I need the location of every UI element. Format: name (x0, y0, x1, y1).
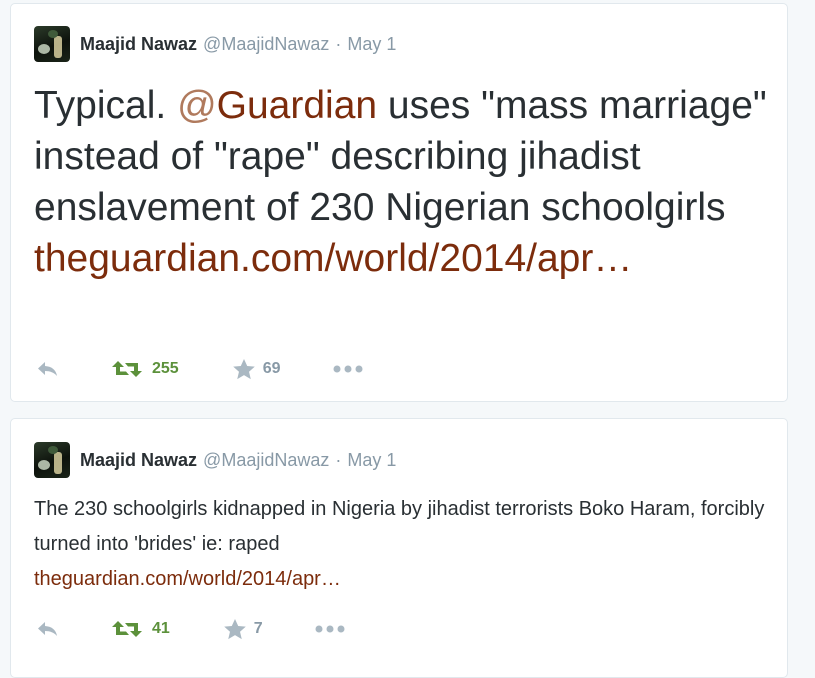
article-link[interactable]: theguardian.com/world/2014/apr… (34, 237, 632, 280)
tweet-timestamp[interactable]: May 1 (347, 34, 396, 55)
reply-button[interactable] (36, 620, 62, 638)
favorite-button[interactable]: 7 (224, 618, 263, 640)
retweet-icon (112, 360, 142, 378)
author-screenname[interactable]: @MaajidNawaz (203, 450, 329, 471)
mention-name: Guardian (216, 84, 378, 127)
favorite-count: 69 (262, 360, 281, 377)
tweet-text: Typical. @Guardian uses "mass marriage" … (34, 80, 774, 284)
tweet-card-1[interactable]: Maajid Nawaz @MaajidNawaz · May 1 Typica… (10, 3, 788, 402)
tweet-timestamp[interactable]: May 1 (347, 450, 396, 471)
star-icon (232, 358, 255, 380)
tweet-actions: 41 7 (36, 617, 345, 641)
author-fullname[interactable]: Maajid Nawaz (80, 34, 197, 55)
reply-icon (36, 360, 60, 378)
author-screenname[interactable]: @MaajidNawaz (203, 34, 329, 55)
avatar[interactable] (34, 442, 70, 478)
tweet-text: The 230 schoolgirls kidnapped in Nigeria… (34, 492, 774, 597)
reply-icon (36, 620, 60, 638)
tweet-text-start: Typical. (34, 84, 178, 127)
article-link[interactable]: theguardian.com/world/2014/apr… (34, 568, 341, 590)
separator-dot: · (335, 449, 342, 470)
tweet-actions: 255 69 (36, 357, 363, 381)
tweet-card-2[interactable]: Maajid Nawaz @MaajidNawaz · May 1 The 23… (10, 418, 788, 678)
mention-link[interactable]: @Guardian (177, 84, 377, 127)
more-button[interactable] (333, 365, 363, 373)
favorite-button[interactable]: 69 (232, 358, 281, 380)
tweet-header: Maajid Nawaz @MaajidNawaz · May 1 (34, 442, 396, 478)
tweet-text-body: The 230 schoolgirls kidnapped in Nigeria… (34, 498, 765, 555)
star-icon (224, 618, 246, 640)
avatar[interactable] (34, 26, 70, 62)
retweet-button[interactable]: 41 (112, 620, 170, 638)
more-dots-icon (333, 365, 363, 373)
retweet-count: 255 (152, 360, 179, 377)
tweet-header: Maajid Nawaz @MaajidNawaz · May 1 (34, 26, 396, 62)
retweet-button[interactable]: 255 (112, 360, 179, 378)
more-dots-icon (315, 625, 345, 633)
more-button[interactable] (315, 625, 345, 633)
favorite-count: 7 (253, 620, 263, 637)
retweet-icon (112, 620, 142, 638)
reply-button[interactable] (36, 360, 62, 378)
author-fullname[interactable]: Maajid Nawaz (80, 450, 197, 471)
separator-dot: · (335, 33, 342, 54)
mention-at-symbol: @ (177, 84, 217, 127)
retweet-count: 41 (152, 620, 170, 637)
